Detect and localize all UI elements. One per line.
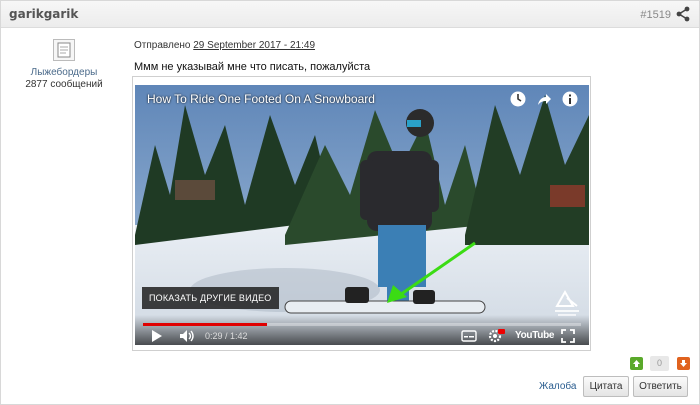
- posted-label: Отправлено: [134, 40, 191, 51]
- share-arrow-icon[interactable]: [535, 90, 553, 108]
- reply-button[interactable]: Ответить: [633, 376, 688, 397]
- user-post-count: 2877 сообщений: [25, 79, 103, 90]
- arrow-down-icon: [680, 360, 687, 367]
- progress-bar[interactable]: [143, 323, 581, 326]
- volume-icon[interactable]: [179, 329, 195, 343]
- more-videos-button[interactable]: ПОКАЗАТЬ ДРУГИЕ ВИДЕО: [142, 287, 279, 309]
- post-message: Ммм не указывай мне что писать, пожалуйс…: [134, 61, 371, 73]
- avatar[interactable]: [53, 39, 75, 61]
- user-sidebar: Лыжебордеры 2877 сообщений: [1, 29, 127, 91]
- video-time: 0:29 / 1:42: [205, 331, 248, 341]
- video-player[interactable]: How To Ride One Footed On A Snowboard ПО…: [135, 85, 589, 345]
- share-icon[interactable]: [675, 6, 691, 22]
- subtitles-icon[interactable]: [461, 329, 477, 343]
- user-group: Лыжебордеры: [30, 67, 98, 78]
- post-number[interactable]: #1519: [640, 9, 671, 21]
- video-embed: How To Ride One Footed On A Snowboard ПО…: [132, 76, 591, 351]
- youtube-logo[interactable]: YouTube: [515, 330, 555, 341]
- avatar-placeholder-icon: [57, 42, 71, 58]
- clock-icon[interactable]: [509, 90, 527, 108]
- posted-date[interactable]: 29 September 2017 - 21:49: [193, 40, 315, 51]
- post-header: garikgarik #1519: [1, 1, 699, 28]
- vote-up-button[interactable]: [630, 357, 643, 370]
- settings-icon[interactable]: [487, 329, 505, 343]
- quote-button[interactable]: Цитата: [583, 376, 629, 397]
- play-icon[interactable]: [151, 329, 163, 343]
- progress-fill: [143, 323, 267, 326]
- info-icon[interactable]: [561, 90, 579, 108]
- arrow-up-icon: [633, 360, 640, 367]
- forum-post: garikgarik #1519 Лыжебордеры 2877 сообще…: [0, 0, 700, 405]
- author-name[interactable]: garikgarik: [9, 7, 78, 21]
- vote-count: 0: [650, 356, 669, 371]
- fullscreen-icon[interactable]: [561, 329, 575, 343]
- channel-watermark-icon[interactable]: [553, 288, 581, 318]
- vote-down-button[interactable]: [677, 357, 690, 370]
- video-title[interactable]: How To Ride One Footed On A Snowboard: [147, 92, 375, 106]
- player-controls: 0:29 / 1:42 YouTube: [135, 315, 589, 345]
- complaint-link[interactable]: Жалоба: [539, 381, 576, 392]
- post-meta: Отправлено 29 September 2017 - 21:49: [134, 40, 315, 51]
